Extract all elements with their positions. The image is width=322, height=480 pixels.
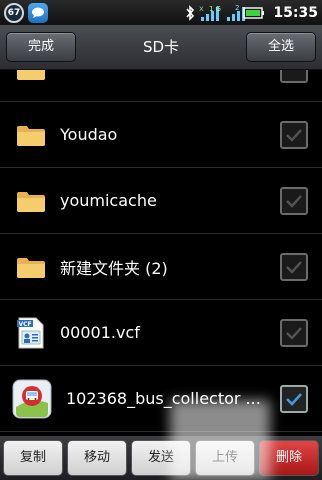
clock-time: 15:35 [273,4,318,21]
list-item[interactable]: 新建文件夹 (2) [0,234,322,300]
notification-count-badge: 67 [4,2,24,23]
chat-app-icon [28,2,48,23]
select-all-button[interactable]: 全选 [246,32,316,62]
list-item[interactable]: VCF 00001.vcf [0,300,322,366]
file-name: youmicache [60,191,157,210]
list-item[interactable]: Youdao [0,102,322,168]
file-name: 00001.vcf [60,323,140,342]
blur-overlay [170,400,270,480]
list-item-selected[interactable]: 102368_bus_collector ... [0,366,322,432]
svg-text:x: x [199,4,204,13]
move-button[interactable]: 移动 [67,440,127,476]
sim1-label: 1 [209,4,214,13]
bottom-toolbar: 复制 移动 发送 上传 删除 [0,436,322,480]
bus-app-icon [12,379,52,419]
item-checkbox[interactable] [280,120,308,149]
bluetooth-icon [185,4,195,21]
folder-icon [14,118,48,152]
copy-button[interactable]: 复制 [3,440,63,476]
item-checkbox[interactable] [280,318,308,347]
done-button[interactable]: 完成 [6,32,76,62]
sim2-label: 2 [234,3,240,12]
item-checkbox[interactable] [280,186,308,215]
network-type-label: G [215,4,221,13]
signal-icon-sim1: x 1 G [199,4,221,22]
list-item-partial[interactable] [0,70,322,102]
item-checkbox-checked[interactable] [280,384,308,413]
folder-icon [14,70,48,86]
signal-icon-sim2: 2 [225,3,245,22]
folder-icon [14,184,48,218]
item-checkbox[interactable] [280,252,308,281]
battery-icon [243,6,265,19]
item-checkbox[interactable] [280,70,308,83]
file-list[interactable]: Youdao youmicache 新建文件夹 (2) VCF 00001.vc… [0,70,322,436]
svg-text:VCF: VCF [19,321,32,328]
file-name: Youdao [60,125,118,144]
file-name: 新建文件夹 (2) [60,258,168,278]
vcf-file-icon: VCF [14,316,48,350]
folder-icon [14,250,48,284]
list-item[interactable]: youmicache [0,168,322,234]
title-bar: SD卡 完成 全选 [0,25,322,70]
status-bar: 67 x 1 G 2 15:35 [0,0,322,25]
